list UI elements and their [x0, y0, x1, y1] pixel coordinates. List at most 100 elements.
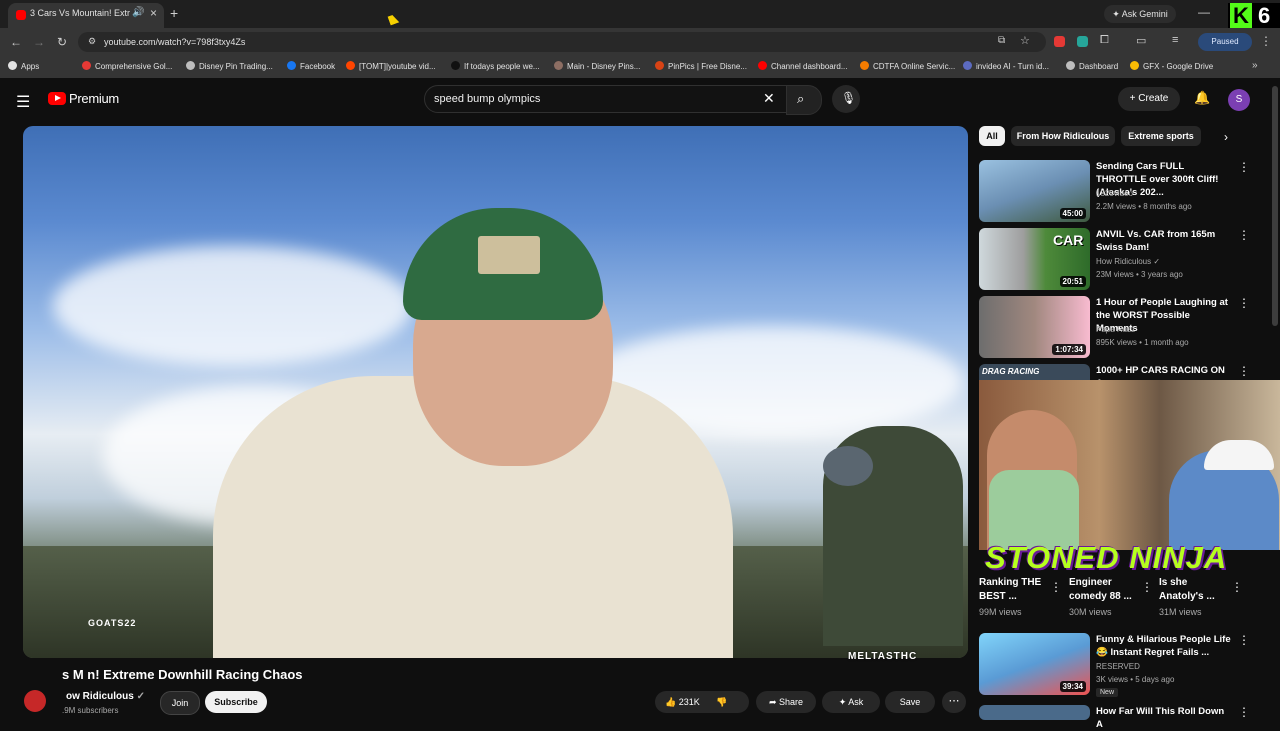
background-person-hat	[823, 446, 873, 486]
ask-gemini-button[interactable]: ✦ Ask Gemini	[1104, 5, 1176, 23]
browser-tab[interactable]: 3 Cars Vs Mountain! Extreme Downhill Rac…	[8, 3, 164, 28]
profile-paused-button[interactable]: Paused	[1198, 33, 1252, 51]
recommendation-item[interactable]: CAR 20:51 ANVIL Vs. CAR from 165m Swiss …	[979, 228, 1269, 292]
search-icon: ⌕	[797, 91, 805, 106]
bookmark-item[interactable]: Apps	[8, 61, 39, 71]
video-duration: 1:07:34	[1052, 344, 1086, 355]
share-button[interactable]: ➦ Share	[756, 691, 816, 713]
recommendation-channel-text: How Ridiculous	[1096, 257, 1152, 266]
ask-gemini-label: Ask Gemini	[1121, 9, 1168, 19]
ask-button[interactable]: ✦ Ask	[822, 691, 880, 713]
create-button[interactable]: + Create	[1118, 87, 1180, 111]
bookmark-item[interactable]: Channel dashboard...	[758, 61, 848, 71]
video-duration: 39:34	[1059, 681, 1086, 692]
recommendation-channel: How Ridiculous ✓	[1096, 257, 1160, 266]
bookmark-item[interactable]: If todays people we...	[451, 61, 540, 71]
channel-name[interactable]: ow Ridiculous ✓	[66, 691, 145, 702]
short-menu-icon[interactable]: ⋮	[1231, 580, 1243, 594]
voice-search-button[interactable]: 🎙	[832, 85, 860, 113]
recommendation-menu-icon[interactable]: ⋮	[1238, 160, 1250, 174]
video-title: s M n! Extreme Downhill Racing Chaos	[62, 667, 303, 682]
recommendation-menu-icon[interactable]: ⋮	[1238, 228, 1250, 242]
short-title[interactable]: Is she Anatoly's ...	[1159, 576, 1229, 604]
like-dislike-group[interactable]: 👍 231K 👎	[655, 691, 749, 713]
save-button[interactable]: Save	[885, 691, 935, 713]
notifications-bell-icon[interactable]: 🔔	[1194, 90, 1210, 106]
bookmark-item[interactable]: CDTFA Online Servic...	[860, 61, 955, 71]
bookmark-star-icon[interactable]: ☆	[1020, 34, 1030, 47]
account-avatar[interactable]: S	[1228, 89, 1250, 111]
bookmark-item[interactable]: Comprehensive Gol...	[82, 61, 172, 71]
back-icon[interactable]: ←	[10, 35, 22, 49]
bookmark-favicon-icon	[554, 61, 563, 70]
media-controls-icon[interactable]: ≡	[1172, 34, 1178, 46]
short-title[interactable]: Ranking THE BEST ...	[979, 576, 1049, 604]
extension-teal-icon[interactable]	[1077, 36, 1088, 47]
close-tab-icon[interactable]: ×	[150, 6, 157, 20]
recommendation-title: How Far Will This Roll Down A	[1096, 706, 1225, 730]
thumbs-up-icon[interactable]: 👍	[665, 697, 676, 707]
bookmarks-overflow-icon[interactable]: »	[1252, 60, 1258, 71]
minimize-icon[interactable]: —	[1198, 5, 1210, 19]
more-actions-icon[interactable]: ⋯	[942, 691, 966, 713]
bookmark-favicon-icon	[1130, 61, 1139, 70]
chip-from-channel[interactable]: From How Ridiculous	[1011, 126, 1115, 146]
cloud-shape	[53, 246, 413, 366]
chip-extreme-sports[interactable]: Extreme sports	[1121, 126, 1201, 146]
bookmark-item[interactable]: Dashboard	[1066, 61, 1118, 71]
bookmark-item[interactable]: GFX - Google Drive	[1130, 61, 1213, 71]
short-views: 99M views	[979, 607, 1022, 617]
short-menu-icon[interactable]: ⋮	[1141, 580, 1153, 594]
side-panel-icon[interactable]: ▭	[1136, 34, 1146, 47]
recommendation-item[interactable]: How Far Will This Roll Down A ⋮	[979, 705, 1269, 730]
recommendation-menu-icon[interactable]: ⋮	[1238, 705, 1250, 719]
bookmark-item[interactable]: Main - Disney Pins...	[554, 61, 640, 71]
thumbs-down-icon[interactable]: 👎	[716, 697, 727, 707]
site-info-icon[interactable]: ⚙	[88, 36, 96, 47]
recommendation-menu-icon[interactable]: ⋮	[1238, 633, 1250, 647]
premium-logo-text[interactable]: Premium	[69, 91, 119, 106]
new-tab-icon[interactable]: +	[170, 5, 178, 21]
recommendation-item[interactable]: 39:34 Funny & Hilarious People Life 😂 In…	[979, 633, 1269, 697]
recommendation-thumbnail: 39:34	[979, 633, 1090, 695]
video-duration: 20:51	[1059, 276, 1086, 287]
video-player[interactable]	[23, 126, 968, 658]
browser-menu-icon[interactable]: ⋮	[1260, 34, 1272, 48]
short-menu-icon[interactable]: ⋮	[1050, 580, 1062, 594]
forward-icon[interactable]: →	[33, 35, 45, 49]
chip-all[interactable]: All	[979, 126, 1005, 146]
channel-avatar[interactable]	[24, 690, 46, 712]
microphone-icon: 🎙	[841, 91, 857, 105]
webcam-person-left-shirt	[989, 470, 1079, 550]
join-button[interactable]: Join	[160, 691, 200, 715]
recommendation-menu-icon[interactable]: ⋮	[1238, 364, 1250, 378]
kick-number: 6	[1258, 3, 1271, 28]
recommendation-item[interactable]: 1:07:34 1 Hour of People Laughing at the…	[979, 296, 1269, 360]
bookmark-item[interactable]: Facebook	[287, 61, 335, 71]
reload-icon[interactable]: ↻	[57, 35, 67, 49]
bookmark-item[interactable]: Disney Pin Trading...	[186, 61, 273, 71]
menu-hamburger-icon[interactable]: ☰	[16, 92, 30, 112]
extensions-puzzle-icon[interactable]: ⧠	[1100, 34, 1109, 47]
clear-search-icon[interactable]: ✕	[763, 90, 775, 107]
recommendation-menu-icon[interactable]: ⋮	[1238, 296, 1250, 310]
save-label: Save	[899, 697, 921, 707]
recommendation-thumbnail	[979, 705, 1090, 720]
cast-icon[interactable]: ⧉	[998, 35, 1005, 46]
bookmark-item[interactable]: [TOMT]|youtube vid...	[346, 61, 436, 71]
chips-next-icon[interactable]: ›	[1224, 130, 1228, 144]
youtube-favicon-icon	[16, 10, 26, 20]
bookmark-favicon-icon	[82, 61, 91, 70]
bookmark-label: Disney Pin Trading...	[199, 62, 273, 71]
bookmark-item[interactable]: invideo AI - Turn id...	[963, 61, 1049, 71]
recommendation-meta: 23M views • 3 years ago	[1096, 270, 1183, 279]
recommendation-item[interactable]: 45:00 Sending Cars FULL THROTTLE over 30…	[979, 160, 1269, 224]
page-scrollbar[interactable]	[1272, 86, 1278, 326]
subscribe-button[interactable]: Subscribe	[205, 691, 267, 713]
youtube-logo-icon[interactable]	[48, 92, 66, 105]
short-title[interactable]: Engineer comedy 88 ...	[1069, 576, 1139, 604]
bookmark-item[interactable]: PinPics | Free Disne...	[655, 61, 747, 71]
speaker-icon[interactable]: 🔊	[132, 7, 144, 18]
search-button[interactable]: ⌕	[786, 85, 822, 115]
extension-red-icon[interactable]	[1054, 36, 1065, 47]
